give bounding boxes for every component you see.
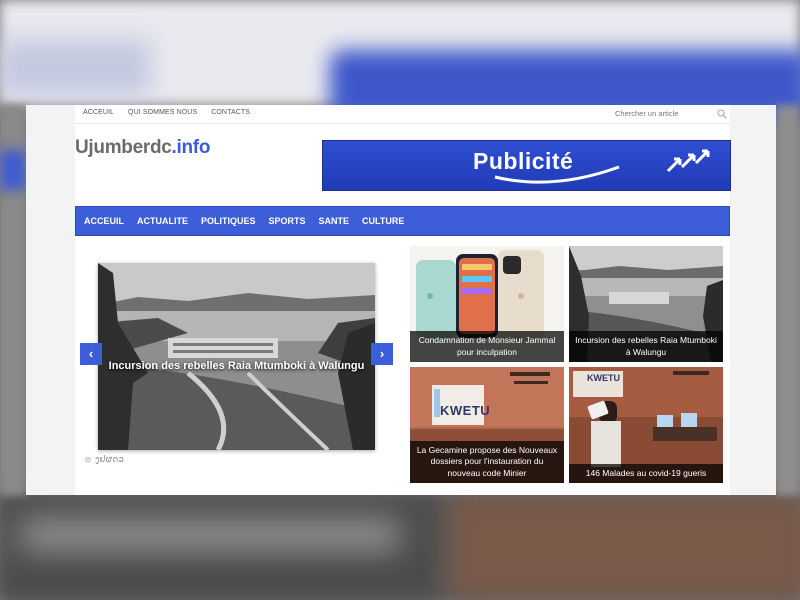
search-box	[615, 108, 727, 119]
article-card-1[interactable]: Condamnation de Monsieur Jammal pour inc…	[410, 246, 564, 362]
article-title[interactable]: Condamnation de Monsieur Jammal pour inc…	[410, 331, 564, 362]
slider-prev-button[interactable]: ‹	[80, 343, 102, 365]
kwetu-sign-text: KWETU	[440, 403, 491, 418]
page-content: ACCEUIL QUI SOMMES NOUS CONTACTS Ujumber…	[75, 105, 731, 495]
article-title[interactable]: La Gecamine propose des Nouveaux dossier…	[410, 440, 564, 483]
article-card-3[interactable]: KWETU La Gecamine propose des Nouveaux d…	[410, 367, 564, 483]
slide-extra: ⦻ ງຢຜດວ	[85, 454, 124, 465]
featured-slider: Incursion des rebelles Raia Mtumboki à W…	[75, 246, 405, 475]
search-input[interactable]	[615, 108, 705, 119]
landscape-photo	[98, 263, 375, 450]
nav-sante[interactable]: SANTE	[319, 216, 350, 226]
search-icon[interactable]	[717, 109, 727, 119]
swoosh-graphic	[494, 165, 620, 184]
website-screenshot: ACCEUIL QUI SOMMES NOUS CONTACTS Ujumber…	[26, 105, 776, 495]
logo-text-domain: .info	[171, 137, 211, 158]
nav-culture[interactable]: CULTURE	[362, 216, 404, 226]
site-logo[interactable]: Ujumberdc.info	[75, 137, 210, 159]
slide-caption[interactable]: Incursion des rebelles Raia Mtumboki à W…	[98, 360, 375, 372]
article-card-4[interactable]: KWETU 146 Malades au covid-19 gueris	[569, 367, 723, 483]
nav-politiques[interactable]: POLITIQUES	[201, 216, 256, 226]
arrows-icon	[666, 149, 710, 173]
article-title[interactable]: Incursion des rebelles Raia Mtumboki à W…	[569, 331, 723, 362]
logo-text-main: Ujumberdc	[75, 137, 172, 158]
nav-accueil[interactable]: ACCEUIL	[84, 216, 124, 226]
top-nav-qui-sommes-nous[interactable]: QUI SOMMES NOUS	[128, 109, 197, 116]
article-card-2[interactable]: Incursion des rebelles Raia Mtumboki à W…	[569, 246, 723, 362]
chevron-left-icon: ‹	[88, 346, 94, 361]
kwetu-sign-text: KWETU	[587, 373, 620, 383]
top-nav: ACCEUIL QUI SOMMES NOUS CONTACTS	[83, 109, 250, 116]
top-nav-accueil[interactable]: ACCEUIL	[83, 109, 114, 116]
chevron-right-icon: ›	[379, 346, 385, 361]
nav-sports[interactable]: SPORTS	[269, 216, 306, 226]
article-title[interactable]: 146 Malades au covid-19 gueris	[569, 463, 723, 483]
slider-next-button[interactable]: ›	[371, 343, 393, 365]
top-bar: ACCEUIL QUI SOMMES NOUS CONTACTS	[75, 105, 730, 124]
main-nav: ACCEUIL ACTUALITE POLITIQUES SPORTS SANT…	[75, 206, 730, 236]
slide-image[interactable]: Incursion des rebelles Raia Mtumboki à W…	[98, 263, 375, 450]
close-icon[interactable]: ⦻	[85, 454, 91, 465]
ad-banner[interactable]: Publicité	[322, 140, 731, 191]
top-nav-contacts[interactable]: CONTACTS	[211, 109, 250, 116]
nav-actualite[interactable]: ACTUALITE	[137, 216, 188, 226]
slide-extra-text: ງຢຜດວ	[94, 454, 124, 464]
